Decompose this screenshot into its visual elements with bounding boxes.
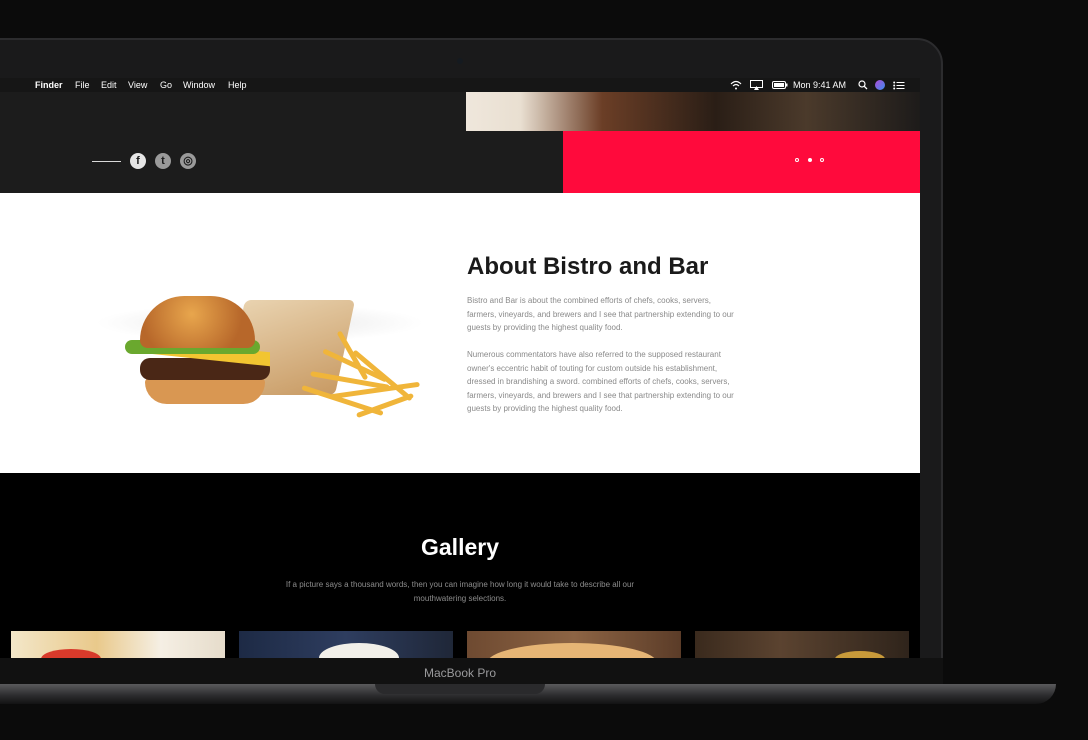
airplay-icon[interactable] [750,80,763,90]
about-paragraph-1: Bistro and Bar is about the combined eff… [467,296,734,333]
twitter-icon[interactable]: t [155,153,171,169]
food-image [41,649,101,658]
notification-center-icon[interactable] [893,81,905,90]
wifi-icon[interactable] [730,80,742,90]
device-label: MacBook Pro [423,666,497,680]
menu-edit[interactable]: Edit [101,80,117,90]
social-divider-line [92,161,121,162]
food-image [319,643,399,658]
carousel-dot-1[interactable] [795,158,799,162]
siri-icon[interactable] [875,80,885,90]
about-title: About Bistro and Bar [467,253,709,280]
gallery-thumb-3[interactable] [467,631,681,658]
gallery-thumb-2[interactable] [239,631,453,658]
hero-section: f t ◎ [0,92,920,193]
laptop-screen: Finder File Edit View Go Window Help Mon… [0,78,920,658]
menu-help[interactable]: Help [228,80,247,90]
instagram-icon[interactable]: ◎ [180,153,196,169]
menu-bar: Finder File Edit View Go Window Help Mon… [0,78,920,92]
hero-food-image [466,92,920,131]
gallery-thumb-1[interactable] [11,631,225,658]
menu-view[interactable]: View [128,80,147,90]
menu-go[interactable]: Go [160,80,172,90]
gallery-subtitle: If a picture says a thousand words, then… [285,580,635,603]
carousel-dot-2-active[interactable] [808,158,812,162]
camera-dot [457,58,463,64]
food-image [835,651,885,658]
hero-accent-block [563,131,920,193]
facebook-icon[interactable]: f [130,153,146,169]
menu-clock[interactable]: Mon 9:41 AM [793,80,846,90]
battery-icon[interactable] [772,81,788,89]
food-image [487,643,657,658]
menu-window[interactable]: Window [183,80,215,90]
menu-file[interactable]: File [75,80,90,90]
spotlight-search-icon[interactable] [858,80,868,90]
gallery-title: Gallery [421,534,499,560]
burger-bottom-bun [145,378,265,404]
menu-finder[interactable]: Finder [35,80,63,90]
about-section: About Bistro and Bar Bistro and Bar is a… [0,193,920,473]
carousel-dot-3[interactable] [820,158,824,162]
laptop-hinge-notch [375,684,545,694]
about-paragraph-2: Numerous commentators have also referred… [467,350,734,414]
gallery-thumb-4[interactable] [695,631,909,658]
